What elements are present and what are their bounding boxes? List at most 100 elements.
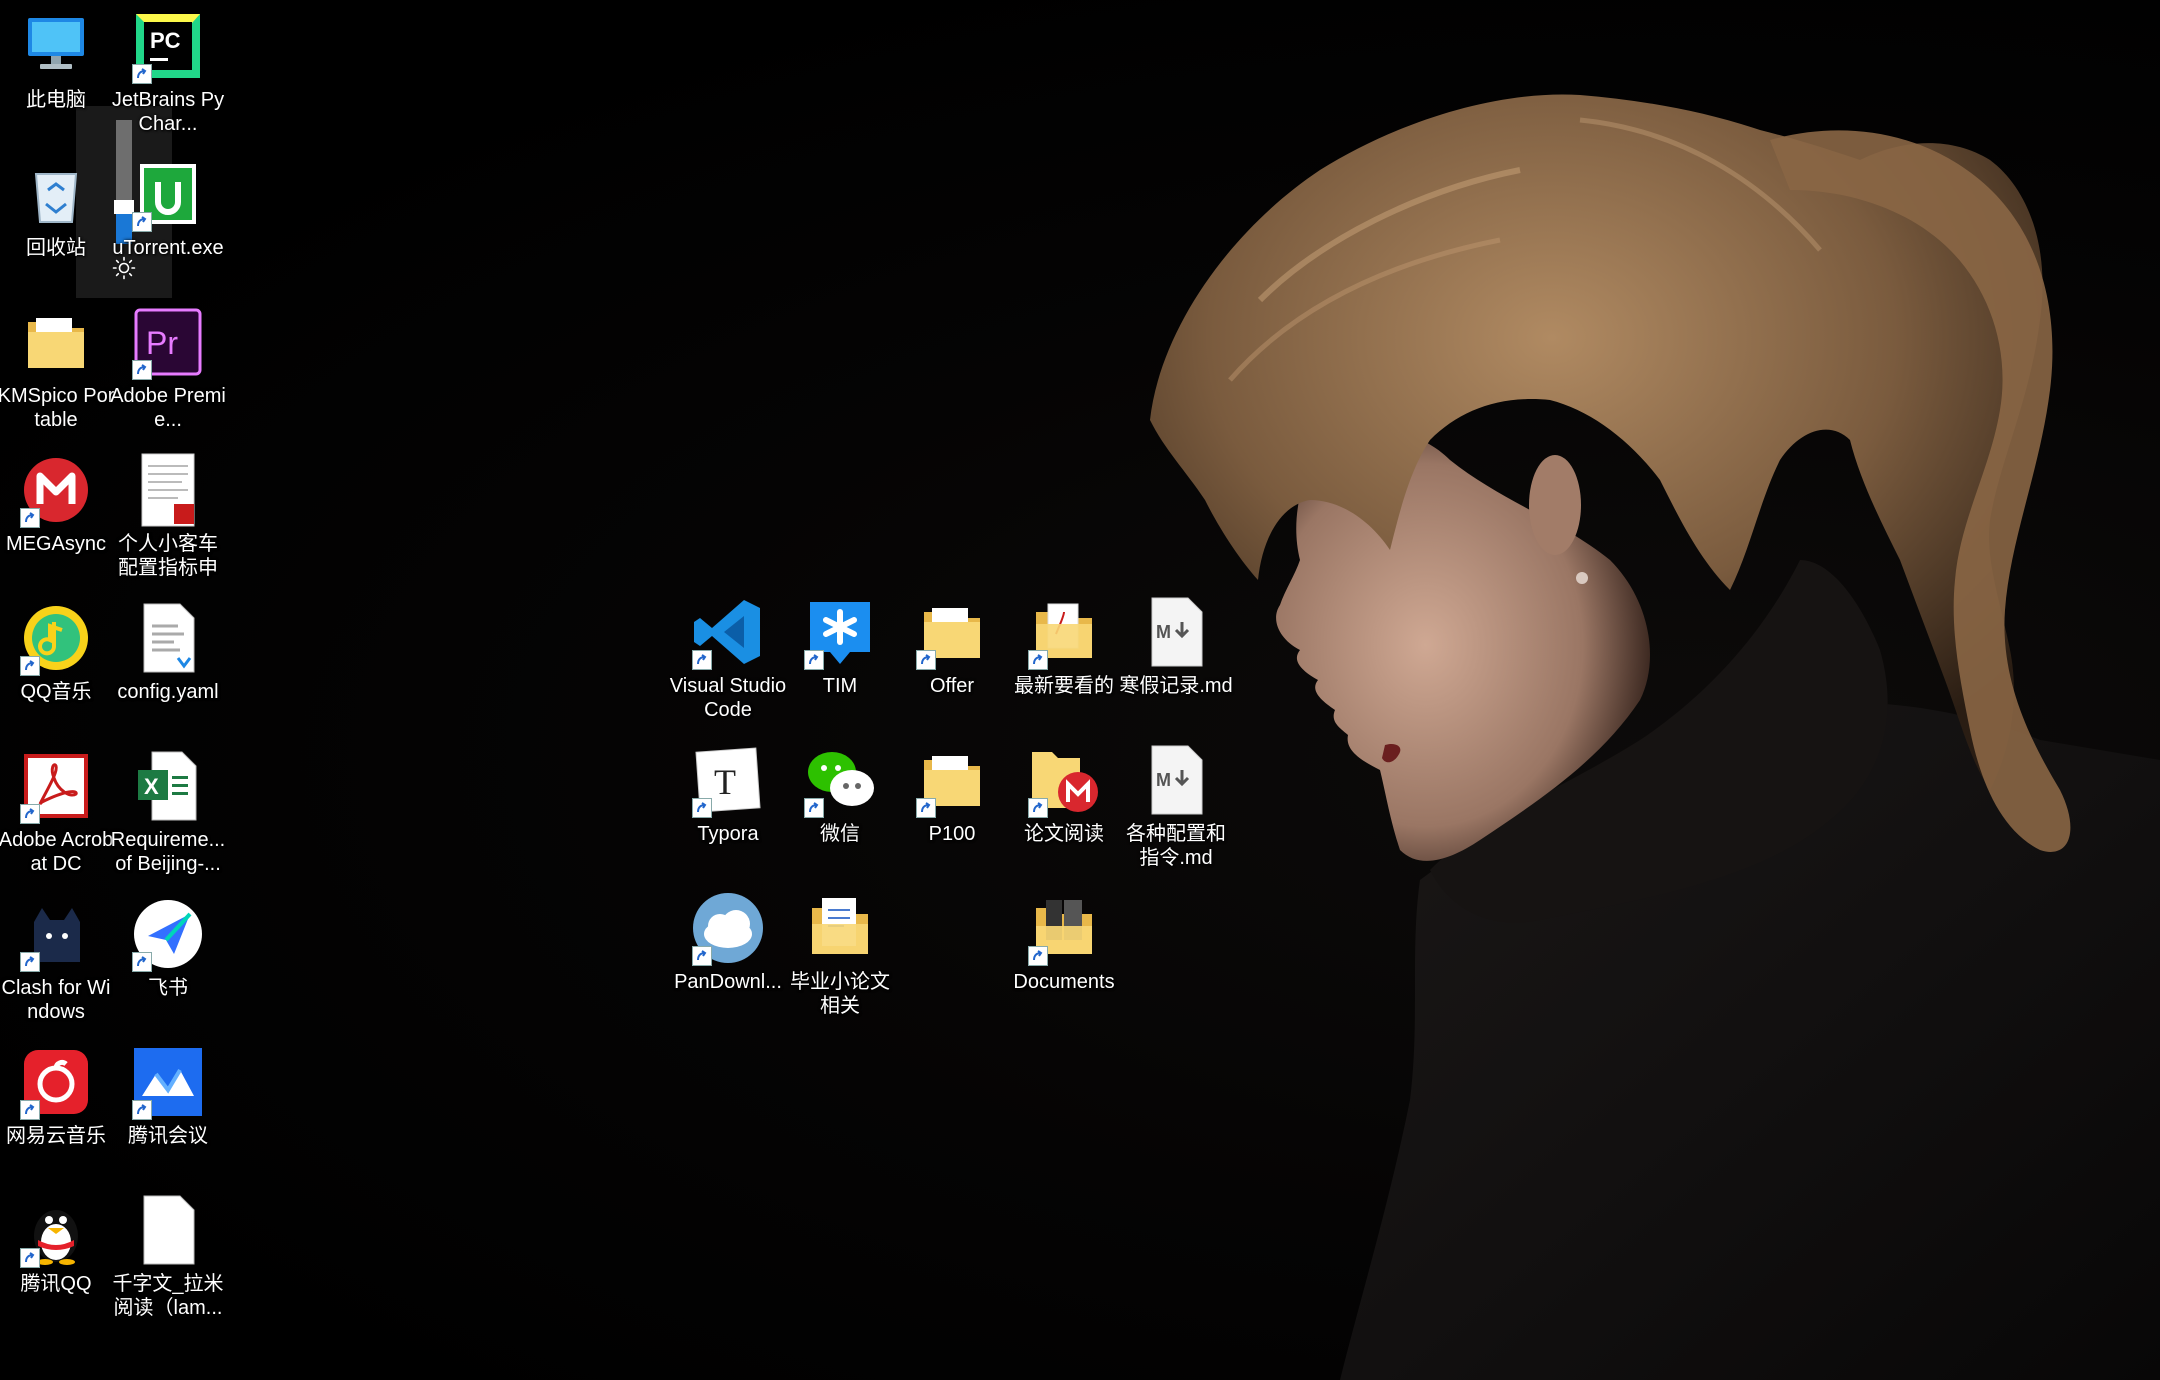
shortcut-arrow-icon — [916, 650, 936, 670]
pdf-document-icon — [130, 452, 206, 528]
svg-text:X: X — [144, 774, 159, 799]
desktop-icon-offer[interactable]: Offer — [896, 594, 1008, 698]
desktop[interactable]: 此电脑回收站 KMSpico Portable MEGAsync QQ音乐 Adobe … — [0, 0, 2160, 1380]
folder-icon — [914, 594, 990, 670]
desktop-icon-kmspico[interactable]: KMSpico Portable — [0, 304, 115, 432]
shortcut-arrow-icon — [20, 1100, 40, 1120]
desktop-icon-pdf-doc[interactable]: 个人小客车配置指标申请... — [112, 452, 224, 580]
desktop-icon-label: KMSpico Portable — [0, 385, 115, 431]
svg-text:M: M — [1156, 622, 1171, 642]
desktop-icon-premiere[interactable]: Pr Adobe Premie... — [110, 304, 226, 432]
yaml-file-icon — [130, 600, 206, 676]
shortcut-arrow-icon — [1028, 650, 1048, 670]
shortcut-arrow-icon — [804, 798, 824, 818]
desktop-icon-config-yaml[interactable]: config.yaml — [112, 600, 224, 704]
desktop-icon-label: 微信 — [820, 823, 860, 845]
shortcut-arrow-icon — [20, 804, 40, 824]
desktop-icon-label: Typora — [697, 823, 759, 845]
desktop-icon-label: config.yaml — [117, 681, 219, 703]
mega-icon — [18, 452, 94, 528]
desktop-icon-label: TIM — [822, 675, 858, 697]
markdown-file-icon: M — [1138, 742, 1214, 818]
desktop-icon-label: PanDownl... — [674, 971, 782, 993]
text-file-icon — [130, 1192, 206, 1268]
desktop-icon-requirements[interactable]: X Requireme... of Beijing-... — [110, 748, 226, 876]
mega-folder-icon — [1026, 742, 1102, 818]
desktop-icon-label: 回收站 — [26, 237, 86, 259]
desktop-icon-winter-md[interactable]: M 寒假记录.md — [1119, 594, 1233, 698]
desktop-icon-pycharm[interactable]: PC JetBrains PyChar... — [112, 8, 224, 136]
utorrent-icon — [130, 156, 206, 232]
desktop-icon-this-pc[interactable]: 此电脑 — [0, 8, 112, 112]
desktop-icon-label: 寒假记录.md — [1119, 675, 1233, 697]
desktop-icon-label: Clash for Windows — [1, 977, 111, 1023]
shortcut-arrow-icon — [132, 360, 152, 380]
shortcut-arrow-icon — [132, 64, 152, 84]
desktop-icon-config-md[interactable]: M 各种配置和指令.md — [1120, 742, 1232, 870]
desktop-icon-wechat[interactable]: 微信 — [784, 742, 896, 846]
desktop-icon-label: 腾讯会议 — [128, 1125, 208, 1147]
desktop-icon-label: 千字文_拉米阅读（lam... — [112, 1273, 224, 1319]
pycharm-icon: PC — [130, 8, 206, 84]
desktop-icon-vscode[interactable]: Visual Studio Code — [670, 594, 786, 722]
desktop-icon-label: uTorrent.exe — [112, 237, 224, 259]
shortcut-arrow-icon — [804, 650, 824, 670]
desktop-icon-label: 网易云音乐 — [6, 1125, 106, 1147]
desktop-icon-label: 各种配置和指令.md — [1126, 823, 1226, 869]
desktop-icon-netease[interactable]: 网易云音乐 — [0, 1044, 112, 1148]
shortcut-arrow-icon — [20, 1248, 40, 1268]
recycle-bin-icon — [18, 156, 94, 232]
desktop-icon-thesis[interactable]: 毕业小论文相关 — [784, 890, 896, 1018]
tim-icon — [802, 594, 878, 670]
desktop-icon-qqmusic[interactable]: QQ音乐 — [0, 600, 112, 704]
vscode-icon — [690, 594, 766, 670]
qq-music-icon — [18, 600, 94, 676]
desktop-icon-label: 毕业小论文相关 — [790, 971, 890, 1017]
feishu-icon — [130, 896, 206, 972]
desktop-icon-p100[interactable]: P100 — [896, 742, 1008, 846]
desktop-icon-clash[interactable]: Clash for Windows — [0, 896, 112, 1024]
qq-penguin-icon — [18, 1192, 94, 1268]
excel-file-icon: X — [130, 748, 206, 824]
desktop-icon-tencent-meeting[interactable]: 腾讯会议 — [112, 1044, 224, 1148]
shortcut-arrow-icon — [692, 798, 712, 818]
shortcut-arrow-icon — [692, 946, 712, 966]
folder-icon — [914, 742, 990, 818]
documents-folder-icon — [1026, 890, 1102, 966]
desktop-icon-pandownload[interactable]: PanDownl... — [672, 890, 784, 994]
typora-icon: T — [690, 742, 766, 818]
desktop-icon-paper-reading[interactable]: 论文阅读 — [1008, 742, 1120, 846]
desktop-icon-text-file[interactable]: 千字文_拉米阅读（lam... — [112, 1192, 224, 1320]
premiere-icon: Pr — [130, 304, 206, 380]
desktop-icon-megasync[interactable]: MEGAsync — [0, 452, 112, 556]
shortcut-arrow-icon — [692, 650, 712, 670]
shortcut-arrow-icon — [20, 952, 40, 972]
desktop-icon-recycle-bin[interactable]: 回收站 — [0, 156, 112, 260]
shortcut-arrow-icon — [132, 952, 152, 972]
desktop-icon-documents[interactable]: Documents — [1008, 890, 1120, 994]
clash-cat-icon — [18, 896, 94, 972]
desktop-icon-latest[interactable]: 最新要看的 — [1008, 594, 1120, 698]
markdown-file-icon: M — [1138, 594, 1214, 670]
shortcut-arrow-icon — [1028, 798, 1048, 818]
desktop-icon-label: Adobe Acrobat DC — [0, 829, 114, 875]
desktop-icon-label: Requireme... of Beijing-... — [110, 829, 226, 875]
desktop-icon-feishu[interactable]: 飞书 — [112, 896, 224, 1000]
desktop-icon-label: 腾讯QQ — [20, 1273, 92, 1295]
desktop-icon-label: QQ音乐 — [20, 681, 92, 703]
desktop-icon-label: 此电脑 — [26, 89, 86, 111]
desktop-icon-acrobat[interactable]: Adobe Acrobat DC — [0, 748, 114, 876]
svg-text:T: T — [714, 762, 736, 802]
desktop-icon-tim[interactable]: TIM — [784, 594, 896, 698]
desktop-icon-label: MEGAsync — [5, 533, 107, 555]
wechat-icon — [802, 742, 878, 818]
desktop-icon-utorrent[interactable]: uTorrent.exe — [112, 156, 224, 260]
shortcut-arrow-icon — [1028, 946, 1048, 966]
tencent-meeting-icon — [130, 1044, 206, 1120]
desktop-icon-label: 个人小客车配置指标申请... — [118, 533, 218, 579]
this-pc-icon — [18, 8, 94, 84]
desktop-icon-typora[interactable]: T Typora — [672, 742, 784, 846]
desktop-icon-tencent-qq[interactable]: 腾讯QQ — [0, 1192, 112, 1296]
document-folder-icon — [802, 890, 878, 966]
shortcut-arrow-icon — [132, 212, 152, 232]
